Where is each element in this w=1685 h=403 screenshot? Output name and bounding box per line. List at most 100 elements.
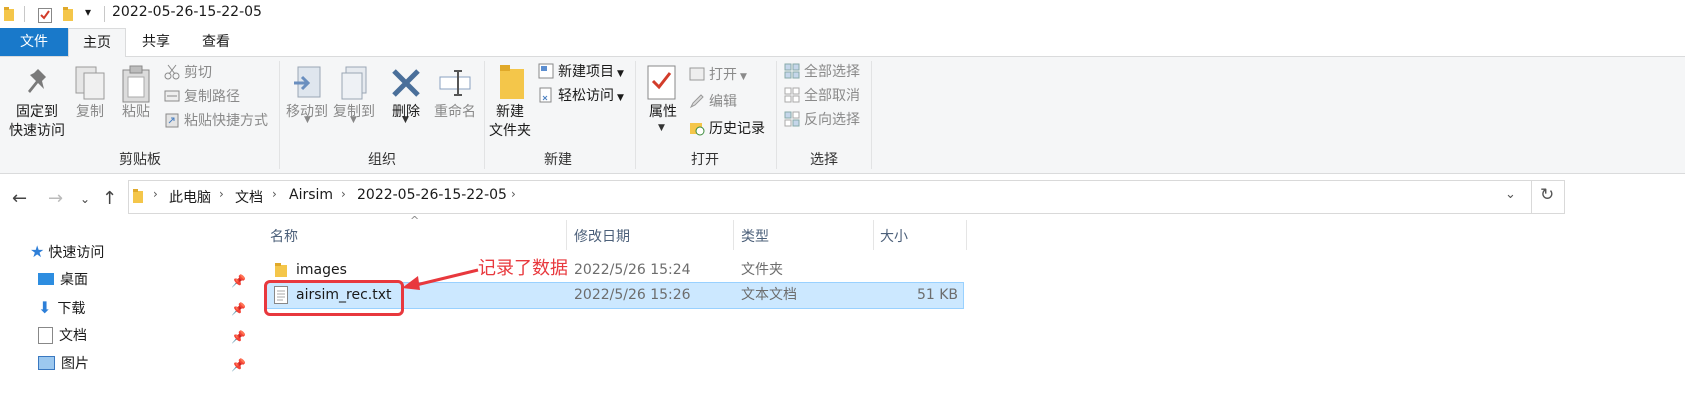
column-header-type[interactable]: 类型 bbox=[741, 226, 769, 248]
new-item-label: 新建项目 bbox=[558, 64, 614, 80]
column-header-name[interactable]: 名称 bbox=[270, 226, 298, 248]
column-header-size[interactable]: 大小 bbox=[880, 226, 908, 248]
nav-item-desktop[interactable]: 桌面 bbox=[38, 268, 88, 292]
breadcrumb-this-pc[interactable]: 此电脑 bbox=[169, 187, 211, 207]
new-folder-icon[interactable] bbox=[63, 7, 75, 25]
chevron-right-icon[interactable]: › bbox=[341, 187, 346, 201]
delete-button[interactable]: ▼ bbox=[386, 61, 426, 139]
pin-icon[interactable]: 📌 bbox=[231, 330, 246, 344]
folder-icon bbox=[500, 65, 526, 105]
copy-button[interactable] bbox=[70, 61, 110, 133]
divider bbox=[871, 61, 872, 169]
nav-item-downloads[interactable]: ⬇ 下载 bbox=[38, 296, 85, 320]
chevron-right-icon[interactable]: › bbox=[511, 187, 516, 201]
divider bbox=[635, 61, 636, 169]
picture-icon bbox=[38, 356, 55, 370]
nav-item-label: 桌面 bbox=[60, 272, 88, 288]
copy-to-button[interactable]: ▼ bbox=[332, 61, 376, 139]
scissors-icon bbox=[164, 64, 180, 80]
paste-shortcut-button[interactable]: 粘贴快捷方式 bbox=[164, 110, 268, 132]
chevron-right-icon[interactable]: › bbox=[272, 187, 277, 201]
open-button[interactable]: 打开 ▼ bbox=[689, 64, 747, 86]
folder-icon bbox=[133, 188, 145, 208]
table-row[interactable]: images 2022/5/26 15:24 文件夹 bbox=[270, 258, 960, 282]
divider bbox=[873, 220, 874, 250]
download-icon: ⬇ bbox=[38, 298, 52, 317]
paste-label: 粘贴 bbox=[122, 104, 150, 120]
address-history-chevron-icon[interactable]: ⌄ bbox=[1505, 187, 1516, 202]
annotation-arrow-icon bbox=[402, 268, 479, 290]
move-to-button[interactable]: ▼ bbox=[286, 61, 330, 139]
properties-check-icon bbox=[647, 65, 677, 105]
chevron-right-icon[interactable]: › bbox=[219, 187, 224, 201]
copy-to-label: 复制到 bbox=[333, 104, 375, 120]
organize-group: ▼ 移动到 ▼ 复制到 ▼ 删除 重命名 组织 bbox=[282, 57, 482, 173]
customize-toolbar-icon[interactable]: ▾ bbox=[85, 5, 91, 19]
cut-button[interactable]: 剪切 bbox=[164, 62, 212, 84]
select-group-label: 选择 bbox=[810, 152, 838, 168]
properties-button[interactable]: ▼ bbox=[643, 61, 683, 141]
breadcrumb-current-folder[interactable]: 2022-05-26-15-22-05 bbox=[357, 187, 507, 203]
forward-arrow-icon[interactable]: → bbox=[48, 188, 63, 209]
new-item-button[interactable]: 新建项目 ▼ bbox=[538, 61, 624, 83]
file-modified: 2022/5/26 15:26 bbox=[574, 287, 691, 303]
history-button[interactable]: 历史记录 bbox=[689, 118, 765, 140]
edit-button[interactable]: 编辑 bbox=[689, 91, 737, 113]
pin-icon[interactable]: 📌 bbox=[231, 302, 246, 316]
folder-icon bbox=[4, 7, 16, 25]
refresh-icon: ↻ bbox=[1540, 185, 1555, 205]
new-folder-label-line2: 文件夹 bbox=[489, 123, 531, 139]
address-bar[interactable]: › 此电脑 › 文档 › Airsim › 2022-05-26-15-22-0… bbox=[128, 180, 1532, 214]
select-none-button[interactable]: 全部取消 bbox=[784, 85, 860, 107]
nav-item-documents[interactable]: 文档 bbox=[38, 324, 87, 348]
clipboard-group-label: 剪贴板 bbox=[119, 152, 161, 168]
select-all-label: 全部选择 bbox=[804, 64, 860, 80]
nav-item-quick-access[interactable]: ★ 快速访问 bbox=[30, 240, 104, 264]
window-title: 2022-05-26-15-22-05 bbox=[112, 4, 262, 20]
chevron-down-icon: ▼ bbox=[617, 69, 624, 79]
pin-icon bbox=[24, 67, 52, 103]
refresh-button[interactable]: ↻ bbox=[1532, 180, 1565, 214]
history-label: 历史记录 bbox=[709, 121, 765, 137]
chevron-down-icon: ▼ bbox=[658, 123, 665, 133]
nav-item-label: 文档 bbox=[59, 328, 87, 344]
invert-selection-button[interactable]: 反向选择 bbox=[784, 109, 860, 131]
pin-icon[interactable]: 📌 bbox=[231, 274, 246, 288]
up-arrow-icon[interactable]: ↑ bbox=[102, 188, 117, 209]
select-all-button[interactable]: 全部选择 bbox=[784, 61, 860, 83]
chevron-right-icon[interactable]: › bbox=[153, 187, 158, 201]
breadcrumb-airsim[interactable]: Airsim bbox=[289, 187, 333, 203]
tab-file[interactable]: 文件 bbox=[0, 28, 68, 56]
annotation-text: 记录了数据 bbox=[478, 258, 568, 279]
tab-view[interactable]: 查看 bbox=[188, 28, 244, 56]
back-arrow-icon[interactable]: ← bbox=[12, 188, 27, 209]
nav-item-label: 下载 bbox=[57, 301, 86, 317]
easy-access-icon bbox=[538, 87, 554, 103]
copy-path-button[interactable]: 复制路径 bbox=[164, 86, 240, 108]
easy-access-button[interactable]: 轻松访问 ▼ bbox=[538, 85, 624, 107]
move-to-label: 移动到 bbox=[286, 104, 328, 120]
pin-label-line1: 固定到 bbox=[16, 104, 58, 120]
rename-button[interactable] bbox=[432, 61, 478, 139]
pin-icon[interactable]: 📌 bbox=[231, 358, 246, 372]
select-none-label: 全部取消 bbox=[804, 88, 860, 104]
recent-locations-chevron-icon[interactable]: ⌄ bbox=[80, 192, 90, 206]
paste-shortcut-label: 粘贴快捷方式 bbox=[184, 113, 268, 129]
nav-item-label: 图片 bbox=[61, 356, 89, 372]
select-all-icon bbox=[784, 63, 800, 79]
divider bbox=[24, 6, 25, 22]
nav-item-pictures[interactable]: 图片 bbox=[38, 352, 89, 376]
column-header-date-modified[interactable]: 修改日期 bbox=[574, 226, 630, 248]
navigation-pane: ★ 快速访问 桌面 📌 ⬇ 下载 📌 文档 📌 图片 📌 bbox=[0, 228, 250, 403]
copy-path-label: 复制路径 bbox=[184, 89, 240, 105]
paste-shortcut-icon bbox=[164, 112, 180, 128]
divider bbox=[566, 220, 567, 250]
tab-home[interactable]: 主页 bbox=[68, 28, 126, 57]
tab-share[interactable]: 共享 bbox=[128, 28, 184, 56]
history-icon bbox=[689, 120, 705, 136]
open-label: 打开 bbox=[709, 67, 737, 83]
properties-check-icon[interactable] bbox=[38, 7, 52, 27]
breadcrumb-documents[interactable]: 文档 bbox=[235, 187, 263, 207]
paste-button[interactable] bbox=[116, 61, 156, 133]
paste-icon bbox=[120, 65, 152, 107]
